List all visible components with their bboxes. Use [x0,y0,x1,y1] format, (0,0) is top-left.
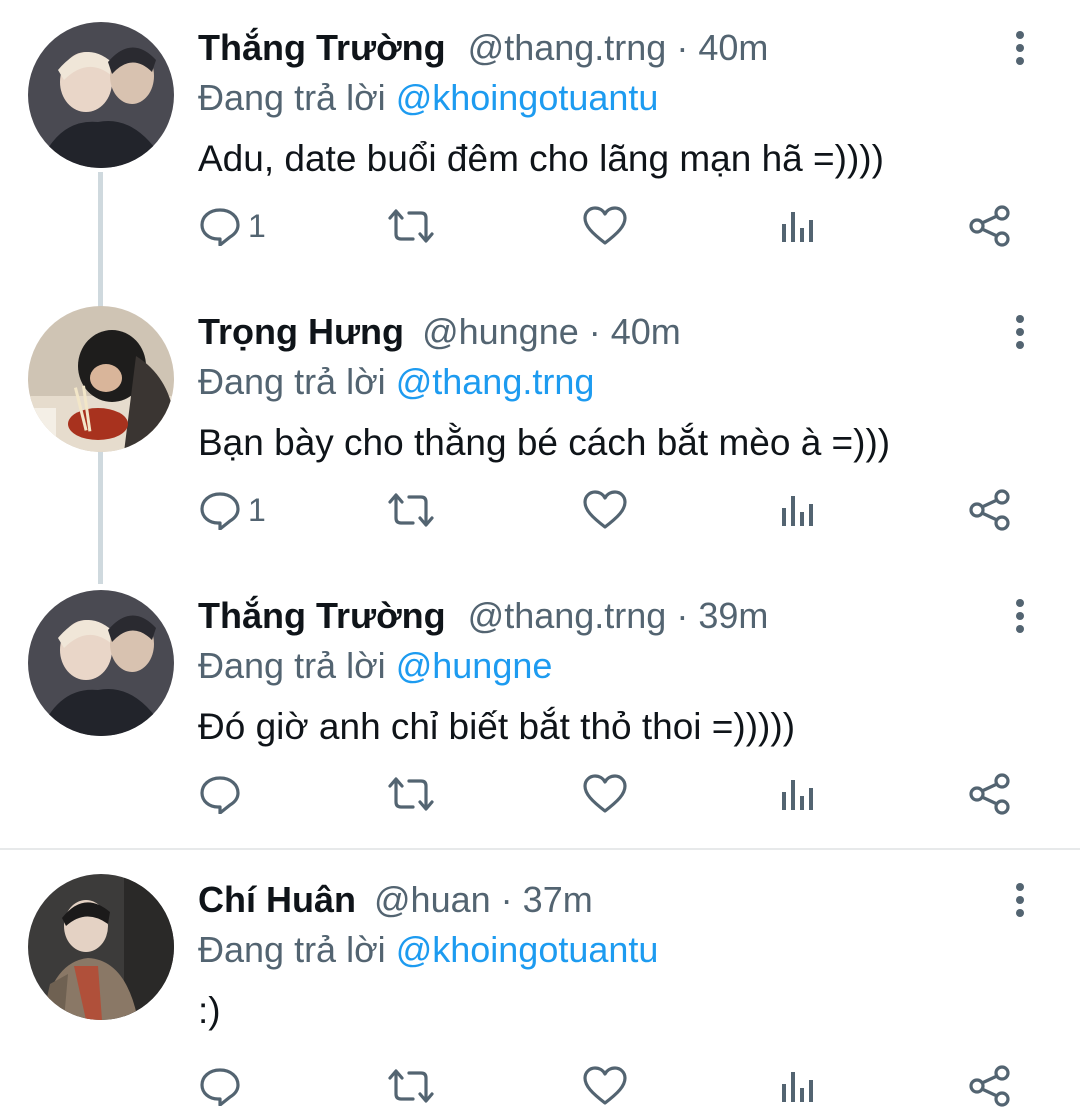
user-handle[interactable]: @huan [374,879,491,920]
share-icon [969,489,1010,531]
user-handle[interactable]: @thang.trng [468,27,667,68]
share-icon [969,205,1010,247]
action-bar [198,764,1028,824]
views-button[interactable] [778,1056,818,1116]
retweet-icon [388,493,434,527]
replying-to: Đang trả lời @hungne [198,644,552,688]
share-button[interactable] [968,1056,1012,1116]
retweet-icon [388,209,434,243]
separator-dot: · [676,595,699,636]
reply-icon [200,776,240,814]
like-icon [583,774,627,813]
more-options-icon[interactable] [1005,882,1035,918]
tweet-header: Thắng Trường @thang.trng · 39m [198,594,768,638]
timestamp[interactable]: 40m [611,311,681,352]
retweet-button[interactable] [386,1056,436,1116]
retweet-button[interactable] [386,764,436,824]
tweet[interactable]: Chí Huân @huan · 37m Đang trả lời @khoin… [0,852,1080,1116]
retweet-button[interactable] [386,196,436,256]
tweet[interactable]: Thắng Trường @thang.trng · 40m Đang trả … [0,0,1080,284]
retweet-button[interactable] [386,480,436,540]
replying-to: Đang trả lời @khoingotuantu [198,928,658,972]
display-name[interactable]: Chí Huân [198,879,356,920]
reply-count: 1 [248,207,266,244]
display-name[interactable]: Thắng Trường [198,27,446,68]
timestamp[interactable]: 40m [698,27,768,68]
views-icon [782,780,813,810]
like-button[interactable] [582,1056,628,1116]
like-icon [583,1066,627,1105]
mention-link[interactable]: @thang.trng [396,361,595,402]
reply-button[interactable] [198,1056,248,1116]
timestamp[interactable]: 39m [698,595,768,636]
reply-count: 1 [248,491,266,528]
tweet-header: Chí Huân @huan · 37m [198,878,593,922]
tweet-text: Adu, date buổi đêm cho lãng mạn hã =)))) [198,138,884,179]
tweet-text: Bạn bày cho thằng bé cách bắt mèo à =))) [198,422,891,463]
action-bar: 1 [198,196,1028,256]
share-icon [969,1065,1010,1107]
share-button[interactable] [968,196,1012,256]
like-icon [583,206,627,245]
tweet[interactable]: Trọng Hưng @hungne · 40m Đang trả lời @t… [0,284,1080,568]
action-bar: 1 [198,480,1028,540]
timestamp[interactable]: 37m [523,879,593,920]
retweet-icon [388,1069,434,1103]
tweet-header: Trọng Hưng @hungne · 40m [198,310,681,354]
avatar[interactable] [28,22,174,168]
views-icon [782,496,813,526]
share-button[interactable] [968,764,1012,824]
like-button[interactable] [582,196,628,256]
avatar[interactable] [28,874,174,1020]
replying-to-label: Đang trả lời [198,361,386,402]
mention-link[interactable]: @khoingotuantu [396,77,659,118]
share-button[interactable] [968,480,1012,540]
action-bar [198,1056,1028,1116]
replying-to: Đang trả lời @thang.trng [198,360,594,404]
more-options-icon[interactable] [1005,30,1035,66]
replying-to: Đang trả lời @khoingotuantu [198,76,658,120]
separator-dot: · [588,311,611,352]
display-name[interactable]: Thắng Trường [198,595,446,636]
views-button[interactable] [778,480,818,540]
like-button[interactable] [582,480,628,540]
like-button[interactable] [582,764,628,824]
mention-link[interactable]: @hungne [396,645,553,686]
separator-dot: · [500,879,523,920]
reply-button[interactable]: 1 [198,480,266,540]
more-options-icon[interactable] [1005,314,1035,350]
replying-to-label: Đang trả lời [198,77,386,118]
replying-to-label: Đang trả lời [198,645,386,686]
avatar[interactable] [28,590,174,736]
replying-to-label: Đang trả lời [198,929,386,970]
views-button[interactable] [778,196,818,256]
avatar[interactable] [28,306,174,452]
user-handle[interactable]: @thang.trng [468,595,667,636]
reply-button[interactable] [198,764,248,824]
tweet-header: Thắng Trường @thang.trng · 40m [198,26,768,70]
views-icon [782,212,813,242]
retweet-icon [388,777,434,811]
user-handle[interactable]: @hungne [422,311,579,352]
views-icon [782,1072,813,1102]
more-options-icon[interactable] [1005,598,1035,634]
tweet[interactable]: Thắng Trường @thang.trng · 39m Đang trả … [0,568,1080,850]
reply-button[interactable]: 1 [198,196,266,256]
reply-icon [200,492,240,530]
tweet-text: Đó giờ anh chỉ biết bắt thỏ thoi =))))) [198,706,796,747]
separator-dot: · [676,27,699,68]
reply-icon [200,208,240,246]
mention-link[interactable]: @khoingotuantu [396,929,659,970]
reply-icon [200,1068,240,1106]
tweet-text: :) [198,990,221,1031]
views-button[interactable] [778,764,818,824]
like-icon [583,490,627,529]
display-name[interactable]: Trọng Hưng [198,311,404,352]
tweet-divider [0,848,1080,850]
share-icon [969,773,1010,815]
